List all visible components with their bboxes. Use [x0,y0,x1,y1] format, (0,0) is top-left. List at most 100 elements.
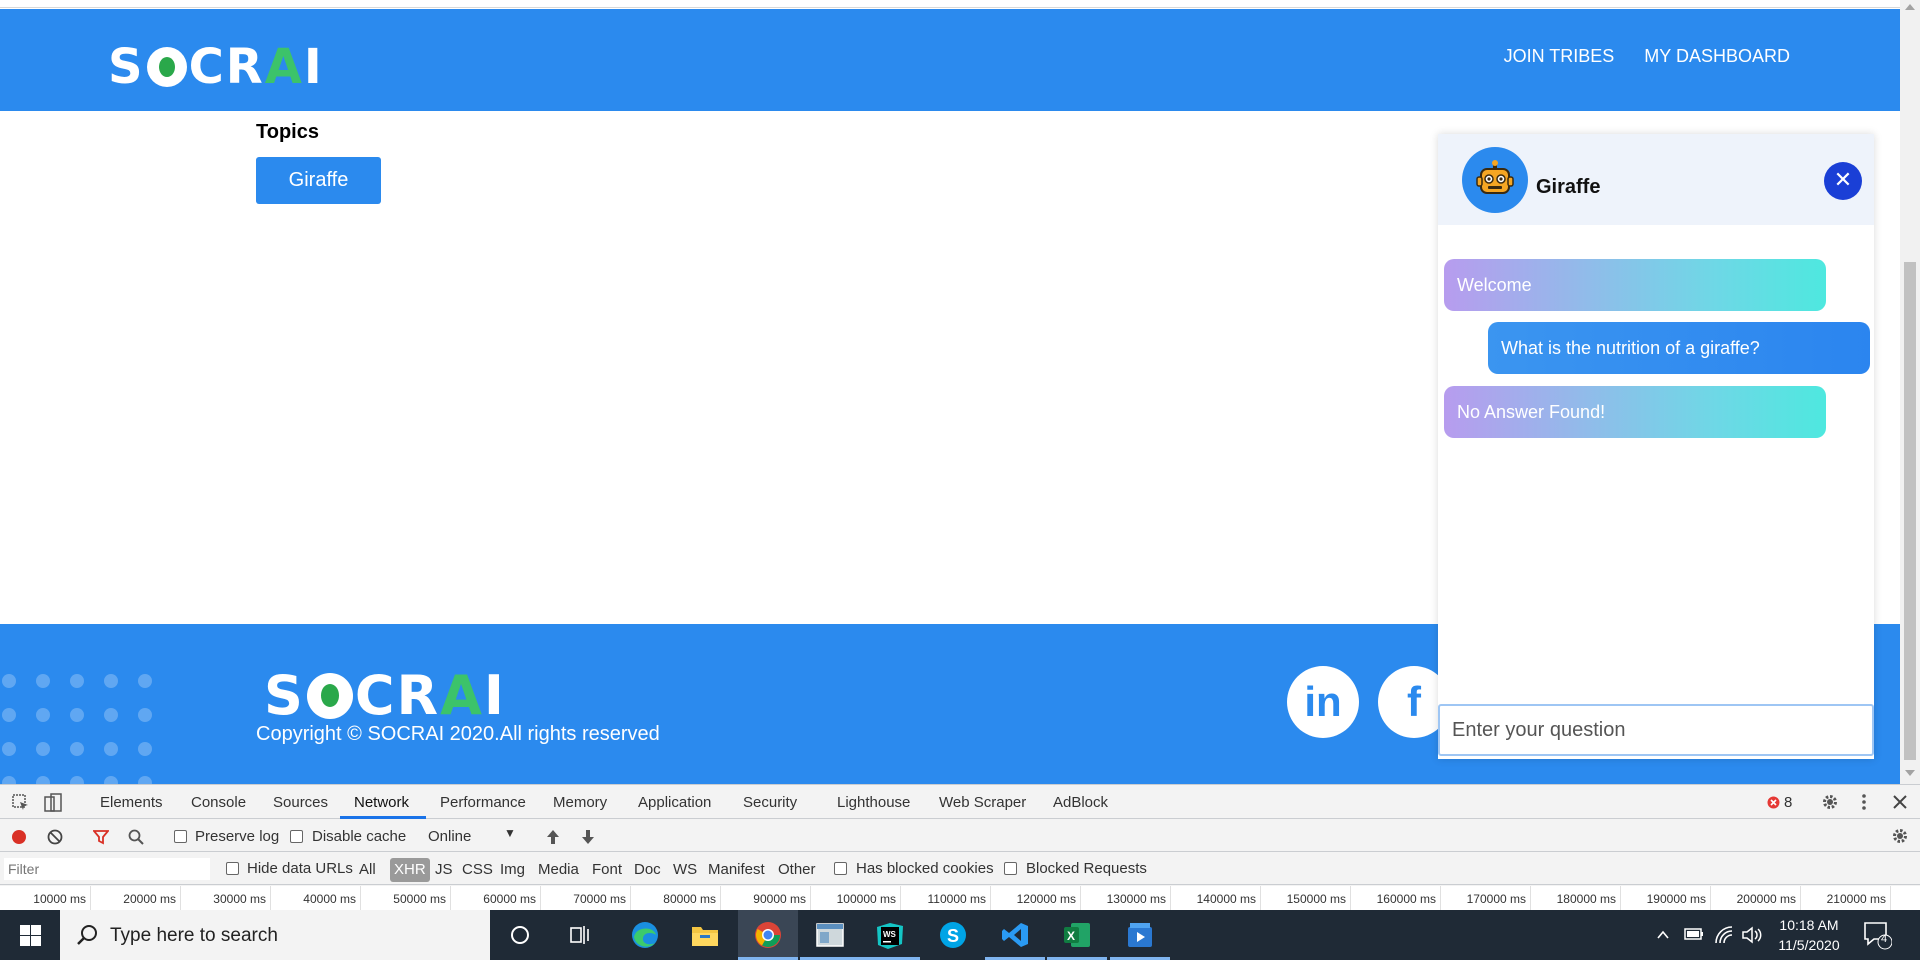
type-filter-css[interactable]: CSS [462,861,493,878]
tab-console[interactable]: Console [191,794,246,811]
tab-adblock[interactable]: AdBlock [1053,794,1108,811]
timeline-gridline [1170,886,1171,911]
topic-button-giraffe[interactable]: Giraffe [256,157,381,204]
timeline-gridline [180,886,181,911]
type-filter-other[interactable]: Other [778,861,816,878]
filter-icon[interactable] [93,829,109,845]
action-center-icon[interactable]: 4 [1862,920,1893,950]
type-filter-xhr[interactable]: XHR [390,858,430,882]
has-blocked-cookies-checkbox[interactable] [834,862,847,875]
page-scrollbar[interactable] [1900,0,1920,784]
tab-network[interactable]: Network [354,794,409,811]
task-view-icon[interactable] [550,910,610,960]
network-toolbar: Preserve log Disable cache Online ▼ [0,820,1920,852]
timeline-gridline [1800,886,1801,911]
error-count[interactable]: 8 [1784,794,1792,811]
timeline-tick-label: 90000 ms [753,892,806,906]
taskbar-search-placeholder: Type here to search [110,925,278,946]
type-filter-doc[interactable]: Doc [634,861,661,878]
nav-join-tribes[interactable]: JOIN TRIBES [1504,46,1615,67]
tab-memory[interactable]: Memory [553,794,607,811]
tab-elements[interactable]: Elements [100,794,163,811]
video-player-icon[interactable] [1110,910,1170,960]
excel-icon[interactable]: X [1047,910,1107,960]
network-filter-bar: Hide data URLs All XHR JS CSS Img Media … [0,853,1920,885]
brain-logo-icon [146,47,187,87]
close-devtools-icon[interactable] [1893,795,1907,809]
timeline-tick-label: 30000 ms [213,892,266,906]
close-icon[interactable]: ✕ [1824,162,1862,200]
type-filter-font[interactable]: Font [592,861,622,878]
type-filter-img[interactable]: Img [500,861,525,878]
tab-application[interactable]: Application [638,794,711,811]
chevron-down-icon[interactable]: ▼ [504,826,516,840]
search-icon [77,925,97,945]
type-filter-all[interactable]: All [359,861,376,878]
preserve-log-checkbox[interactable] [174,830,187,843]
taskbar-search-box[interactable]: Type here to search [60,910,490,960]
download-icon[interactable] [580,828,596,846]
error-icon[interactable] [1767,796,1780,809]
edge-browser-icon[interactable] [615,910,675,960]
cortana-icon[interactable] [490,910,550,960]
tab-performance[interactable]: Performance [440,794,526,811]
clear-icon[interactable] [47,829,63,845]
timeline-gridline [1080,886,1081,911]
chat-question-input[interactable] [1438,704,1874,756]
blocked-requests-checkbox[interactable] [1004,862,1017,875]
type-filter-ws[interactable]: WS [673,861,697,878]
topics-heading: Topics [256,121,319,143]
throttling-select[interactable]: Online [428,828,471,845]
tab-security[interactable]: Security [743,794,797,811]
timeline-gridline [270,886,271,911]
timeline-gridline [1260,886,1261,911]
tab-sources[interactable]: Sources [273,794,328,811]
type-filter-js[interactable]: JS [435,861,453,878]
timeline-gridline [720,886,721,911]
tab-web-scraper[interactable]: Web Scraper [939,794,1026,811]
timeline-tick-label: 50000 ms [393,892,446,906]
settings-gear-icon[interactable] [1821,793,1839,811]
timeline-tick-label: 140000 ms [1196,892,1256,906]
webstorm-icon[interactable]: WS [860,910,920,960]
decorative-dot [2,708,16,722]
network-timeline[interactable]: 10000 ms 20000 ms 30000 ms 40000 ms 50000 ms… [0,886,1920,911]
volume-icon[interactable] [1742,926,1762,944]
taskbar-clock[interactable]: 10:18 AM 11/5/2020 [1766,915,1852,955]
timeline-tick-label: 100000 ms [836,892,896,906]
vscode-icon[interactable] [985,910,1045,960]
linkedin-icon[interactable]: in [1287,666,1359,738]
nav-my-dashboard[interactable]: MY DASHBOARD [1644,46,1790,67]
battery-icon[interactable] [1684,927,1704,941]
upload-icon[interactable] [545,828,561,846]
decorative-dot [36,742,50,756]
chrome-browser-icon[interactable] [738,910,798,960]
chevron-up-icon[interactable] [1656,928,1670,942]
wifi-icon[interactable] [1714,926,1734,944]
windows-start-icon[interactable] [0,910,60,960]
scroll-down-icon[interactable] [1905,770,1915,776]
type-filter-manifest[interactable]: Manifest [708,861,765,878]
search-icon[interactable] [128,829,144,845]
disable-cache-checkbox[interactable] [290,830,303,843]
devtools-tabbar: Elements Console Sources Network Perform… [0,785,1920,819]
chat-widget: Giraffe ✕ Welcome What is the nutrition … [1438,134,1874,759]
socrai-logo[interactable]: S CR A I [108,39,324,95]
scroll-thumb[interactable] [1904,262,1916,760]
type-filter-media[interactable]: Media [538,861,579,878]
record-icon[interactable] [11,829,27,845]
filter-input[interactable] [4,858,210,880]
tab-lighthouse[interactable]: Lighthouse [837,794,910,811]
skype-icon[interactable]: S [923,910,983,960]
hide-data-urls-checkbox[interactable] [226,862,239,875]
file-explorer-icon[interactable] [675,910,735,960]
window-app-icon[interactable] [800,910,860,960]
timeline-tick-label: 120000 ms [1016,892,1076,906]
network-settings-icon[interactable] [1891,827,1909,845]
inspect-element-icon[interactable] [12,794,30,812]
scroll-up-icon[interactable] [1905,4,1915,10]
decorative-dot [70,742,84,756]
device-toolbar-icon[interactable] [44,793,62,813]
more-options-icon[interactable] [1860,793,1868,811]
disable-cache-label: Disable cache [312,828,407,845]
